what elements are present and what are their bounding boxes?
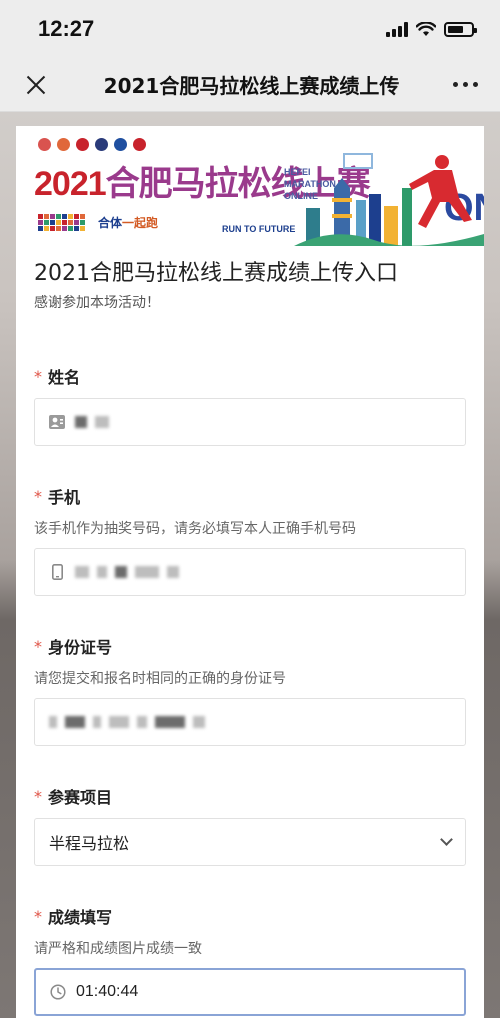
event-select[interactable]: 半程马拉松 (34, 818, 466, 866)
mosaic-tile (50, 214, 55, 219)
mosaic-tile (80, 214, 85, 219)
form-card: 2021合肥马拉松线上赛 HEFEI MARATHON ONLINE 合体一起跑… (16, 126, 484, 1018)
more-options-icon[interactable] (453, 82, 478, 87)
mosaic-tile (56, 220, 61, 225)
banner-year: 2021 (34, 165, 107, 203)
sponsor-logo-2 (57, 138, 70, 151)
name-field: * 姓名 (34, 364, 466, 446)
battery-icon (444, 21, 477, 37)
wifi-icon (416, 21, 436, 36)
mosaic-tile (56, 226, 61, 231)
status-icons (386, 21, 477, 37)
name-value-redacted (75, 416, 109, 428)
mosaic-tile (50, 226, 55, 231)
mobile-phone-icon (49, 564, 65, 580)
mosaic-tile (68, 220, 73, 225)
mosaic-tile (38, 220, 43, 225)
mosaic-tile (38, 214, 43, 219)
sponsor-logo-5 (114, 138, 127, 151)
mosaic-tile (74, 226, 79, 231)
id-number-label: 身份证号 (48, 638, 113, 657)
phone-label: 手机 (48, 488, 81, 507)
sponsor-logo-4 (95, 138, 108, 151)
result-time-input[interactable]: 01:40:44 (34, 968, 466, 1016)
required-mark: * (34, 366, 42, 386)
mosaic-tile (74, 214, 79, 219)
id-number-field: * 身份证号 请您提交和报名时相同的正确的身份证号 (34, 634, 466, 746)
form-title: 2021合肥马拉松线上赛成绩上传入口 (34, 261, 398, 286)
mosaic-tile (44, 214, 49, 219)
mosaic-tile (62, 220, 67, 225)
name-label: 姓名 (48, 368, 81, 387)
mosaic-logo (38, 214, 85, 231)
mosaic-tile (38, 226, 43, 231)
event-banner: 2021合肥马拉松线上赛 HEFEI MARATHON ONLINE 合体一起跑… (16, 126, 484, 246)
page-title: 2021合肥马拉松线上赛成绩上传 (103, 74, 400, 98)
event-select-value: 半程马拉松 (49, 834, 130, 853)
phone-value-redacted (75, 566, 179, 578)
name-input[interactable] (34, 398, 466, 446)
form-description: 感谢参加本场活动！ (34, 295, 160, 311)
mosaic-tile (56, 214, 61, 219)
chevron-down-icon (440, 833, 453, 846)
result-time-value: 01:40:44 (76, 983, 139, 1000)
close-icon[interactable] (22, 71, 50, 99)
status-bar: 12:27 (0, 0, 500, 58)
mosaic-tile (68, 214, 73, 219)
nav-bar: 2021合肥马拉松线上赛成绩上传 (0, 58, 500, 112)
phone-input[interactable] (34, 548, 466, 596)
banner-tagline: RUN TO FUTURE (222, 224, 296, 234)
event-label: 参赛项目 (48, 788, 113, 807)
id-number-value-redacted (49, 716, 205, 728)
sponsor-logo-3 (76, 138, 89, 151)
mosaic-tile (68, 226, 73, 231)
phone-field: * 手机 该手机作为抽奖号码，请务必填写本人正确手机号码 (34, 484, 466, 596)
banner-slogan: 合体一起跑 (98, 216, 159, 230)
clock-icon (50, 984, 66, 1000)
upload-form: 2021合肥马拉松线上赛成绩上传入口 感谢参加本场活动！ * 姓名 * 手机 该… (16, 246, 484, 1016)
event-field: * 参赛项目 半程马拉松 (34, 784, 466, 866)
mosaic-tile (62, 214, 67, 219)
mosaic-tile (80, 226, 85, 231)
mosaic-tile (62, 226, 67, 231)
id-number-input[interactable] (34, 698, 466, 746)
phone-hint: 该手机作为抽奖号码，请务必填写本人正确手机号码 (34, 521, 356, 537)
runner-skyline-illustration: ON (294, 153, 484, 246)
result-field: * 成绩填写 请严格和成绩图片成绩一致 01:40:44 (34, 904, 466, 1016)
mosaic-tile (80, 220, 85, 225)
status-time: 12:27 (38, 16, 95, 41)
sponsor-logo-6 (133, 138, 146, 151)
sponsor-logo-1 (38, 138, 51, 151)
result-label: 成绩填写 (48, 908, 113, 927)
cellular-signal-icon (386, 21, 408, 37)
mosaic-tile (44, 220, 49, 225)
result-hint: 请严格和成绩图片成绩一致 (34, 941, 202, 957)
id-number-hint: 请您提交和报名时相同的正确的身份证号 (34, 671, 286, 687)
mosaic-tile (74, 220, 79, 225)
mosaic-tile (44, 226, 49, 231)
contact-card-icon (49, 414, 65, 430)
mosaic-tile (50, 220, 55, 225)
sponsor-logos (38, 138, 146, 151)
